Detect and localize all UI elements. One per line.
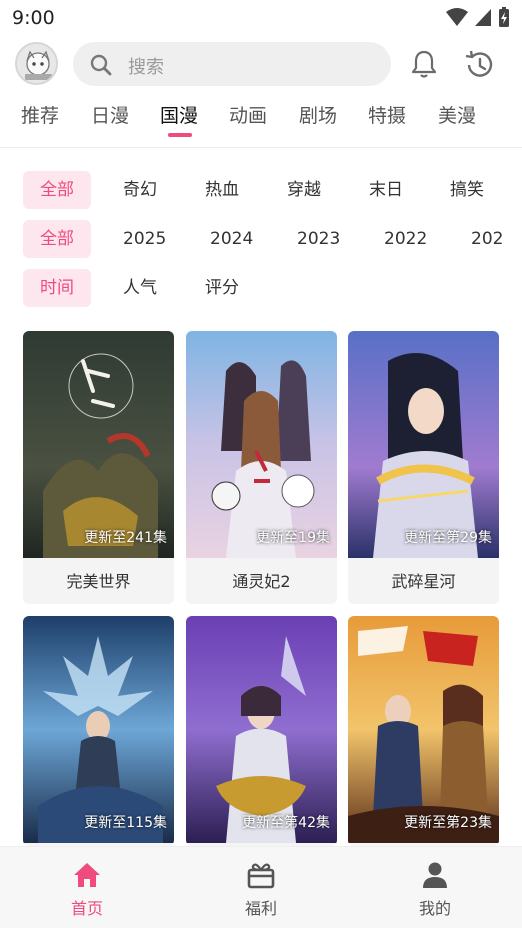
nav-label: 我的 — [418, 899, 451, 918]
card-title: 完美世界 — [23, 558, 174, 604]
nav-label: 首页 — [70, 899, 103, 918]
tab-active-indicator — [168, 133, 192, 137]
genre-chip[interactable]: 奇幻 — [123, 171, 157, 209]
card-title: 通灵妃2 — [186, 558, 337, 604]
genre-chip[interactable]: 搞笑 — [450, 171, 484, 209]
year-chip[interactable]: 2023 — [297, 220, 340, 258]
search-input[interactable]: 搜索 — [73, 42, 391, 86]
year-chip[interactable]: 2025 — [123, 220, 166, 258]
poster-image: 更新至241集 — [23, 331, 174, 558]
tab-american-comics[interactable]: 美漫 — [438, 101, 476, 128]
status-time: 9:00 — [12, 7, 55, 29]
episode-badge: 更新至第42集 — [242, 815, 330, 831]
anime-card[interactable]: 更新至115集 — [23, 616, 174, 846]
genre-filter-row: 全部 奇幻 热血 穿越 末日 搞笑 — [0, 171, 522, 209]
sort-filter-row: 时间 人气 评分 — [0, 269, 522, 307]
nav-welfare[interactable]: 福利 — [211, 861, 311, 919]
anime-card[interactable]: 更新至241集 完美世界 — [23, 331, 174, 604]
poster-image: 更新至第42集 — [186, 616, 337, 843]
gift-icon — [247, 863, 275, 889]
poster-image: 更新至115集 — [23, 616, 174, 843]
tab-japanese-anime[interactable]: 日漫 — [91, 101, 129, 128]
tab-theater[interactable]: 剧场 — [299, 101, 337, 128]
genre-chip[interactable]: 末日 — [369, 171, 403, 209]
poster-image: 更新至19集 — [186, 331, 337, 558]
user-icon — [423, 862, 447, 888]
tab-recommend[interactable]: 推荐 — [21, 101, 59, 128]
episode-badge: 更新至第23集 — [404, 815, 492, 831]
history-icon[interactable] — [462, 48, 496, 82]
bottom-nav: 首页 福利 我的 — [0, 846, 522, 928]
battery-icon — [499, 7, 509, 27]
year-chip[interactable]: 2024 — [210, 220, 253, 258]
anime-card[interactable]: 更新至第29集 武碎星河 — [348, 331, 499, 604]
poster-image: 更新至第29集 — [348, 331, 499, 558]
tab-animation[interactable]: 动画 — [229, 101, 267, 128]
nav-label: 福利 — [244, 899, 277, 918]
episode-badge: 更新至第29集 — [404, 530, 492, 546]
avatar-image — [17, 44, 56, 83]
avatar[interactable] — [15, 42, 58, 85]
episode-badge: 更新至241集 — [84, 530, 167, 546]
episode-badge: 更新至115集 — [84, 815, 167, 831]
year-chip-all[interactable]: 全部 — [23, 220, 91, 258]
sort-chip-rating[interactable]: 评分 — [205, 269, 239, 307]
anime-card[interactable]: 更新至第42集 — [186, 616, 337, 846]
header: 搜索 — [0, 36, 522, 92]
tab-tokusatsu[interactable]: 特摄 — [368, 101, 406, 128]
signal-icon — [475, 9, 491, 26]
anime-card[interactable]: 更新至19集 通灵妃2 — [186, 331, 337, 604]
search-placeholder: 搜索 — [128, 57, 164, 78]
anime-card[interactable]: 更新至第23集 — [348, 616, 499, 846]
nav-profile[interactable]: 我的 — [385, 861, 485, 919]
episode-badge: 更新至19集 — [256, 530, 330, 546]
poster-image: 更新至第23集 — [348, 616, 499, 843]
wifi-icon — [446, 8, 468, 26]
category-tabs: 推荐 日漫 国漫 动画 剧场 特摄 美漫 — [0, 96, 522, 140]
year-chip[interactable]: 202 — [471, 220, 503, 258]
genre-chip[interactable]: 穿越 — [287, 171, 321, 209]
status-icons — [446, 6, 510, 28]
nav-home[interactable]: 首页 — [37, 861, 137, 919]
bell-icon[interactable] — [408, 48, 440, 80]
genre-chip[interactable]: 热血 — [205, 171, 239, 209]
home-icon — [74, 863, 100, 887]
search-icon — [90, 54, 112, 76]
year-filter-row: 全部 2025 2024 2023 2022 202 — [0, 220, 522, 258]
genre-chip-all[interactable]: 全部 — [23, 171, 91, 209]
status-bar: 9:00 — [0, 0, 522, 34]
card-title: 武碎星河 — [348, 558, 499, 604]
tab-chinese-anime[interactable]: 国漫 — [160, 101, 198, 128]
divider — [0, 147, 522, 148]
sort-chip-time[interactable]: 时间 — [23, 269, 91, 307]
year-chip[interactable]: 2022 — [384, 220, 427, 258]
sort-chip-popularity[interactable]: 人气 — [123, 269, 157, 307]
